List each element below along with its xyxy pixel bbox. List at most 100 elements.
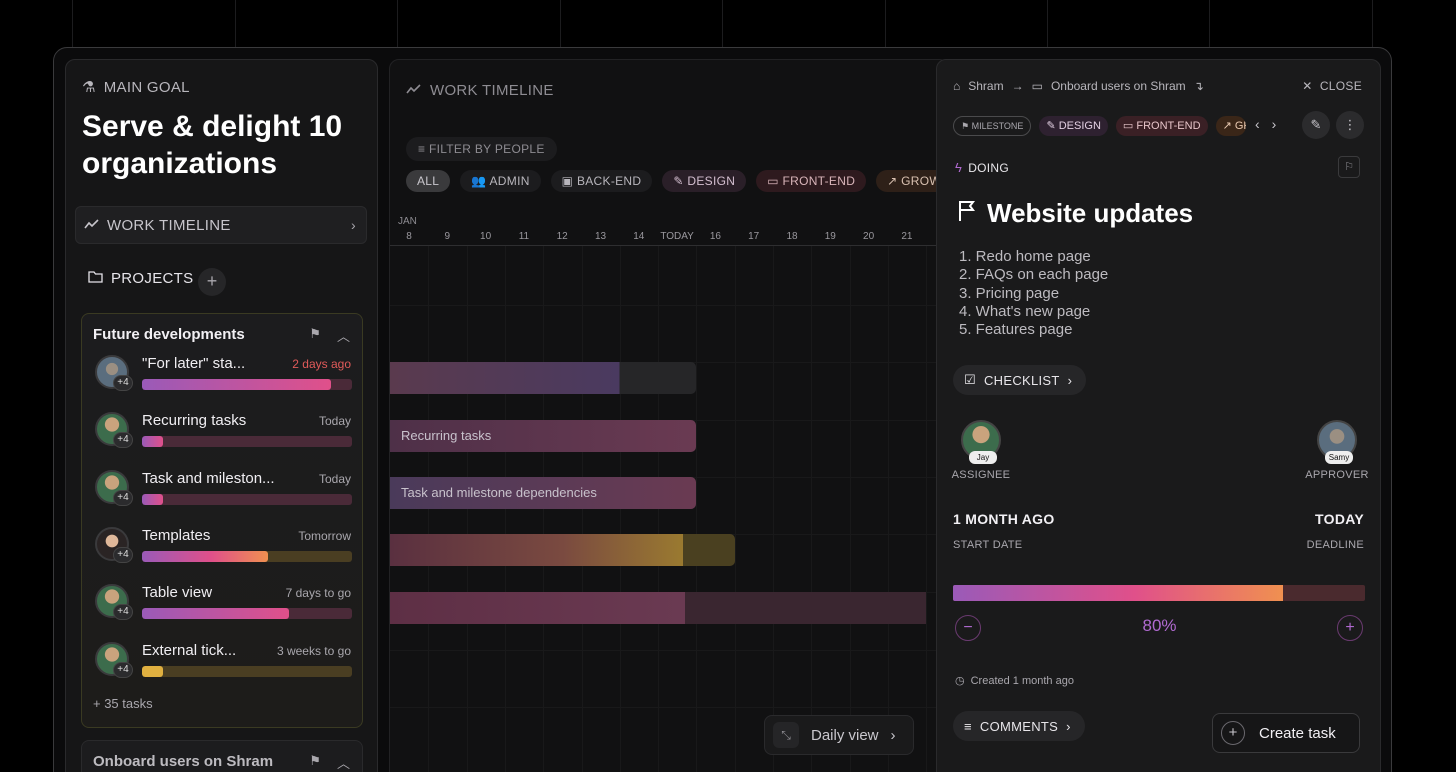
task-item[interactable]: +4 External tick... 3 weeks to go [93, 642, 352, 686]
comments-button[interactable]: ≡ COMMENTS › [953, 711, 1085, 741]
task-description[interactable]: 1. Redo home page 2. FAQs on each page 3… [959, 248, 1108, 339]
chevron-right-icon: › [890, 726, 896, 744]
chevron-right-icon: › [351, 217, 356, 233]
folder-icon [88, 270, 103, 287]
create-task-button[interactable]: + Create task [1212, 713, 1360, 753]
flag-button[interactable]: ⚐ [1338, 156, 1360, 178]
tag-front-end[interactable]: ▭ FRONT-END [1115, 116, 1208, 136]
more-tasks-link[interactable]: + 35 tasks [93, 696, 153, 711]
project-card[interactable]: Onboard users on Shram ⚑ ︿ [81, 740, 363, 772]
created-info: ◷ Created 1 month ago [955, 674, 1074, 688]
chip-admin[interactable]: 👥 ADMIN [460, 170, 541, 192]
work-timeline-button[interactable]: WORK TIMELINE › [75, 206, 367, 244]
task-item[interactable]: +4 Recurring tasks Today [93, 412, 352, 456]
filter-icon: ≡ [418, 142, 426, 156]
project-title: Future developments [93, 326, 245, 343]
checklist-button[interactable]: ☑ CHECKLIST › [953, 365, 1087, 395]
task-progress-fill [142, 494, 163, 505]
chip-all[interactable]: ALL [406, 170, 451, 192]
task-progress-bar [142, 494, 352, 505]
grid-line [543, 246, 545, 772]
comments-icon: ≡ [964, 718, 972, 734]
day-label: 12 [556, 231, 568, 242]
close-button[interactable]: ✕ CLOSE [1302, 79, 1362, 93]
status-badge[interactable]: ϟ DOING [955, 160, 1009, 175]
more-options-button[interactable]: ⋮ [1336, 111, 1364, 139]
return-icon: ↴ [1193, 79, 1204, 93]
app-window: ⚗ MAIN GOAL Serve & delight 10 organizat… [53, 47, 1392, 772]
avatar-count-badge: +4 [113, 490, 133, 506]
task-due: 2 days ago [292, 357, 351, 371]
breadcrumb-workspace[interactable]: Shram [968, 79, 1003, 93]
grid-line [428, 246, 430, 772]
day-label: TODAY [660, 231, 694, 242]
increase-progress-button[interactable]: + [1337, 615, 1363, 641]
avatar: Samy [1317, 420, 1357, 464]
flag-icon: ⚐ [1344, 161, 1354, 173]
chip-design[interactable]: ✎ DESIGN [662, 170, 747, 192]
assignee[interactable]: Jay ASSIGNEE [946, 420, 1016, 481]
chevron-left-icon[interactable]: ‹ [1255, 116, 1260, 132]
grid-line [658, 246, 660, 772]
grid-line [696, 246, 698, 772]
tag-design[interactable]: ✎ DESIGN [1039, 116, 1108, 136]
deadline-value[interactable]: TODAY [1315, 511, 1364, 527]
timeline-bar[interactable] [390, 362, 697, 394]
monitor-icon: ▭ [767, 174, 779, 188]
avatar-count-badge: +4 [113, 375, 133, 391]
timeline-bar[interactable]: Task and milestone dependencies [390, 477, 697, 509]
team-filter-chips: ALL 👥 ADMIN ▣ BACK-END ✎ DESIGN ▭ FRONT-… [406, 170, 948, 192]
avatar: Jay [961, 420, 1001, 464]
work-timeline-panel: WORK TIMELINE ≡ FILTER BY PEOPLE ALL 👥 A… [389, 59, 949, 772]
chip-front-end[interactable]: ▭ FRONT-END [756, 170, 867, 192]
day-label: 19 [824, 231, 836, 242]
day-label: 16 [709, 231, 721, 242]
task-item[interactable]: +4 Task and mileston... Today [93, 470, 352, 514]
avatar-count-badge: +4 [113, 604, 133, 620]
list-item: 5. Features page [959, 321, 1073, 339]
task-item[interactable]: +4 "For later" sta... 2 days ago [93, 355, 352, 399]
timeline-bar[interactable] [390, 534, 735, 566]
grid-line [390, 305, 948, 306]
daily-view-toggle[interactable]: ⤡ Daily view › [764, 715, 914, 755]
bolt-icon: ϟ [955, 160, 963, 175]
chevron-up-icon[interactable]: ︿ [337, 753, 350, 772]
tag-growth[interactable]: ↗ GROWTH [1215, 116, 1246, 136]
chip-back-end[interactable]: ▣ BACK-END [550, 170, 653, 192]
tag-milestone[interactable]: ⚑ MILESTONE [953, 116, 1032, 136]
grid-line [926, 246, 928, 772]
goal-sidebar: ⚗ MAIN GOAL Serve & delight 10 organizat… [65, 59, 378, 772]
list-item: 1. Redo home page [959, 248, 1091, 265]
day-label: 21 [901, 231, 913, 242]
task-progress-fill [142, 666, 163, 677]
task-name: Table view [142, 584, 213, 601]
day-label: 11 [518, 231, 530, 242]
pencil-icon: ✎ [1310, 117, 1322, 132]
project-card[interactable]: Future developments ⚑ ︿ +4 "For later" s… [81, 313, 363, 728]
grid-line [849, 246, 851, 772]
plus-icon: + [1345, 619, 1355, 636]
breadcrumb-project[interactable]: Onboard users on Shram [1051, 79, 1186, 93]
flag-icon[interactable]: ⚑ [309, 326, 321, 345]
chevron-right-icon[interactable]: › [1272, 116, 1277, 132]
task-progress-bar[interactable] [953, 585, 1365, 601]
grid-line [811, 246, 813, 772]
timeline-bar[interactable] [390, 592, 927, 624]
chevron-up-icon[interactable]: ︿ [337, 326, 350, 345]
milestone-flag-icon [957, 198, 977, 229]
collapse-icon: ⤡ [773, 722, 799, 748]
start-date-value[interactable]: 1 MONTH AGO [953, 511, 1055, 527]
task-item[interactable]: +4 Table view 7 days to go [93, 584, 352, 628]
assignee-label: ASSIGNEE [951, 469, 1011, 481]
main-goal-label: ⚗ MAIN GOAL [82, 78, 190, 97]
edit-button[interactable]: ✎ [1302, 111, 1330, 139]
flag-icon[interactable]: ⚑ [309, 753, 321, 772]
task-name: External tick... [142, 642, 237, 659]
timeline-bar[interactable]: Recurring tasks [390, 420, 697, 452]
grid-line [581, 246, 583, 772]
add-project-button[interactable]: + [198, 268, 226, 296]
projects-header: PROJECTS [88, 270, 193, 287]
filter-by-people-button[interactable]: ≡ FILTER BY PEOPLE [406, 137, 557, 161]
approver[interactable]: Samy APPROVER [1302, 420, 1372, 481]
task-item[interactable]: +4 Templates Tomorrow [93, 527, 352, 571]
